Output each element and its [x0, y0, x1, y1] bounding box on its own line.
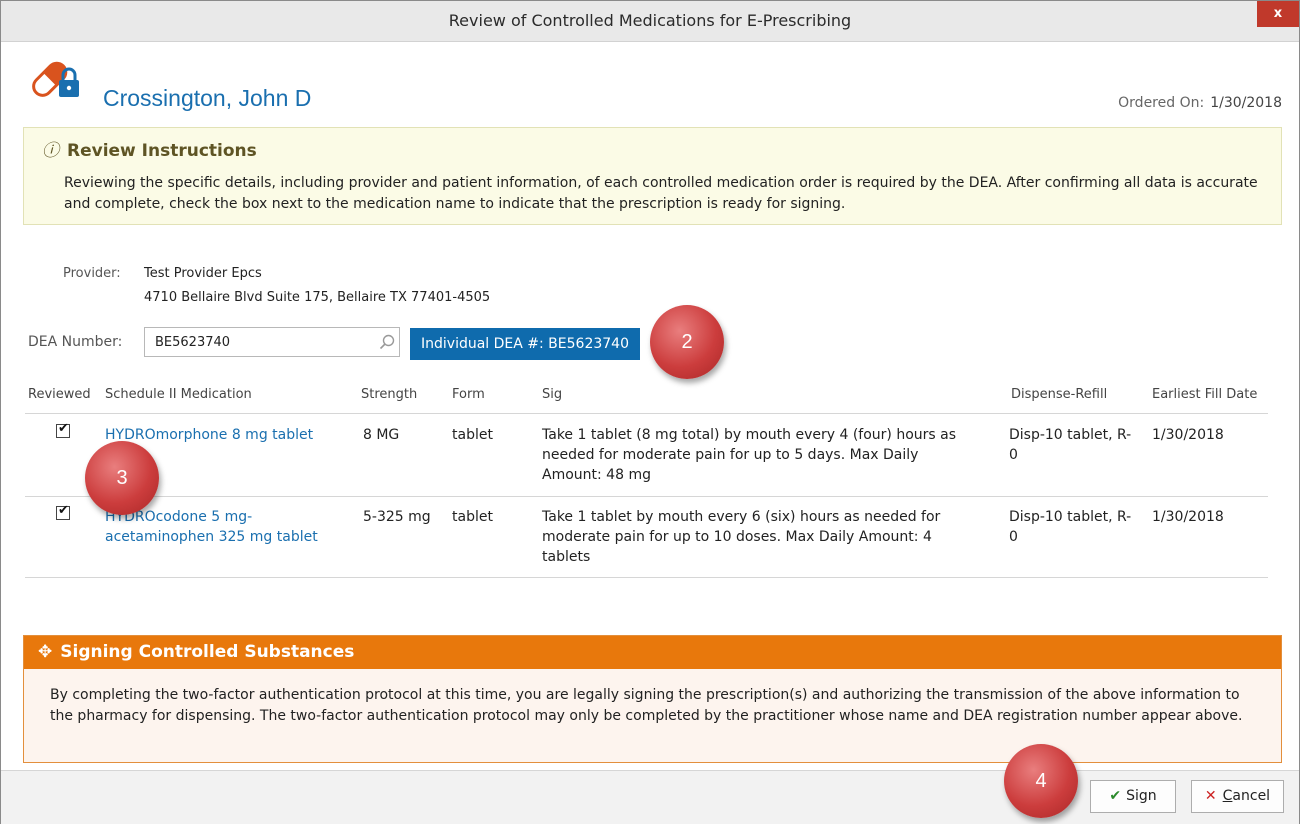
- col-header-dispense-refill: Dispense-Refill: [1011, 387, 1108, 402]
- checkmark-icon: ✔: [1109, 788, 1122, 804]
- header-divider: [25, 413, 1268, 414]
- signing-title: ✥ Signing Controlled Substances: [24, 636, 1281, 669]
- search-icon[interactable]: [379, 334, 395, 350]
- close-icon: ✕: [1204, 788, 1217, 804]
- signing-controlled-substances-panel: ✥ Signing Controlled Substances By comple…: [23, 635, 1282, 763]
- sig-cell: Take 1 tablet by mouth every 6 (six) hou…: [542, 509, 941, 565]
- review-instructions-panel: ⓘ Review Instructions Reviewing the speci…: [23, 127, 1282, 225]
- col-header-strength: Strength: [361, 387, 418, 402]
- cancel-button[interactable]: ✕ Cancel: [1191, 780, 1284, 813]
- form-cell: tablet: [452, 427, 493, 443]
- cancel-button-label: Cancel: [1222, 788, 1271, 804]
- review-instructions-heading: Review Instructions: [67, 141, 257, 161]
- window-title: Review of Controlled Medications for E-P…: [448, 11, 852, 30]
- form-cell: tablet: [452, 509, 493, 525]
- ordered-on: Ordered On: 1/30/2018: [1118, 95, 1282, 111]
- strength-cell: 8 MG: [363, 427, 400, 443]
- medication-link[interactable]: HYDROcodone 5 mg-acetaminophen 325 mg ta…: [105, 507, 350, 547]
- title-bar: Review of Controlled Medications for E-P…: [1, 1, 1299, 42]
- callout-marker-3: 3: [85, 441, 159, 515]
- info-icon: ⓘ: [42, 141, 59, 161]
- earliest-fill-cell: 1/30/2018: [1152, 509, 1224, 525]
- col-header-reviewed: Reviewed: [28, 387, 91, 402]
- col-header-sig: Sig: [542, 387, 563, 402]
- provider-address: 4710 Bellaire Blvd Suite 175, Bellaire T…: [144, 290, 491, 305]
- reviewed-checkbox[interactable]: ✔: [56, 421, 70, 438]
- dispense-refill-cell: Disp-10 tablet, R-0: [1009, 427, 1132, 463]
- reviewed-checkbox[interactable]: ✔: [56, 503, 70, 520]
- provider-name: Test Provider Epcs: [144, 266, 262, 281]
- ordered-on-label: Ordered On:: [1118, 95, 1205, 111]
- strength-cell: 5-325 mg: [363, 509, 431, 525]
- col-header-earliest-fill: Earliest Fill Date: [1152, 387, 1258, 402]
- medication-link[interactable]: HYDROmorphone 8 mg tablet: [105, 425, 350, 445]
- dea-number-label: DEA Number:: [28, 334, 123, 350]
- callout-marker-2: 2: [650, 305, 724, 379]
- review-instructions-title: ⓘ Review Instructions: [42, 136, 257, 161]
- patient-name: Crossington, John D: [103, 85, 312, 111]
- controlled-medication-icon: [32, 61, 79, 97]
- provider-label: Provider:: [63, 266, 121, 281]
- sign-button[interactable]: ✔ Sign: [1090, 780, 1176, 813]
- col-header-form: Form: [452, 387, 485, 402]
- earliest-fill-cell: 1/30/2018: [1152, 427, 1224, 443]
- col-header-medication: Schedule II Medication: [105, 387, 252, 402]
- row-divider: [25, 496, 1268, 497]
- signing-text: By completing the two-factor authenticat…: [50, 687, 1243, 724]
- move-arrows-icon: ✥: [38, 642, 53, 662]
- signing-heading: Signing Controlled Substances: [60, 642, 355, 662]
- review-instructions-text: Reviewing the specific details, includin…: [64, 175, 1258, 212]
- dea-number-input[interactable]: [144, 327, 400, 357]
- close-button[interactable]: x: [1257, 1, 1299, 27]
- individual-dea-badge[interactable]: Individual DEA #: BE5623740: [410, 328, 640, 360]
- sign-button-label: Sign: [1126, 788, 1157, 804]
- callout-marker-4: 4: [1004, 744, 1078, 818]
- ordered-on-date: 1/30/2018: [1210, 95, 1282, 111]
- sig-cell: Take 1 tablet (8 mg total) by mouth ever…: [542, 427, 957, 483]
- dispense-refill-cell: Disp-10 tablet, R-0: [1009, 509, 1132, 545]
- dialog-window: Review of Controlled Medications for E-P…: [0, 0, 1300, 824]
- row-divider: [25, 577, 1268, 578]
